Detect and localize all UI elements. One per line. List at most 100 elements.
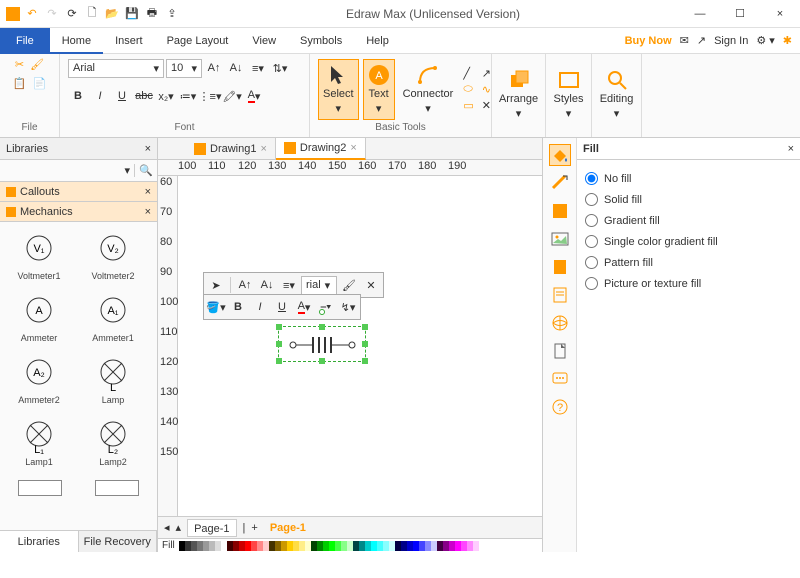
text-tool[interactable]: A Text▾ [363,59,395,120]
library-select[interactable]: ▾ [0,164,135,177]
fill-option[interactable]: No fill [585,168,792,189]
shrink-font-icon[interactable]: A↓ [226,58,246,78]
line-shape-icon[interactable]: ╱ [463,67,473,80]
buy-now-link[interactable]: Buy Now [625,35,672,47]
format-painter-icon[interactable]: 🖌 [30,58,44,71]
fill-icon[interactable]: 🪣▾ [206,297,226,317]
sign-in-link[interactable]: Sign In [714,35,748,47]
note-icon[interactable] [549,284,571,306]
resize-handle[interactable] [362,324,368,330]
close-icon[interactable]: × [145,186,151,198]
tab-home[interactable]: Home [50,28,103,54]
italic-icon[interactable]: I [90,86,110,106]
resize-handle[interactable] [276,358,282,364]
rect-shape-icon[interactable]: ▭ [463,99,473,112]
clear-icon[interactable]: ✕ [361,275,381,295]
bullets-icon[interactable]: ≔▾ [178,86,198,106]
comment-icon[interactable] [549,368,571,390]
attachment-icon[interactable] [549,340,571,362]
grow-font-icon[interactable]: A↑ [204,58,224,78]
close-icon[interactable]: × [788,143,794,155]
add-page-button[interactable]: + [251,522,257,534]
fill-icon[interactable] [549,144,571,166]
close-icon[interactable]: × [350,142,356,154]
font-name-select[interactable]: Arial▾ [68,59,164,78]
page-tab[interactable]: Page-1 [187,519,236,537]
bold-icon[interactable]: B [68,86,88,106]
minimize-button[interactable]: — [686,4,714,24]
fill-option[interactable]: Gradient fill [585,210,792,231]
color-swatch[interactable] [473,541,479,551]
shape-ammeter2[interactable]: A₂ Ammeter2 [2,350,76,412]
print-icon[interactable]: 🖶 [144,6,160,22]
doc-tab-1[interactable]: Drawing1 × [186,138,276,160]
close-icon[interactable]: × [145,143,151,155]
gear-icon[interactable]: ⚙ ▾ [756,34,774,47]
page-icon[interactable] [549,256,571,278]
undo-icon[interactable]: ↶ [24,6,40,22]
fill-option[interactable]: Solid fill [585,189,792,210]
connector-tool[interactable]: Connector▾ [399,60,458,119]
paste-icon[interactable]: 📄 [33,77,47,90]
file-menu[interactable]: File [0,28,50,54]
spacing-icon[interactable]: ⇅▾ [270,58,290,78]
shape-blank[interactable] [95,480,139,496]
underline-icon[interactable]: U [112,86,132,106]
resize-handle[interactable] [362,341,368,347]
bold-icon[interactable]: B [228,297,248,317]
rotate-handle[interactable] [319,309,325,315]
cross-shape-icon[interactable]: ✕ [482,99,491,112]
new-icon[interactable]: 🗋 [84,6,100,22]
shape-blank[interactable] [18,480,62,496]
cursor-icon[interactable]: ➤ [206,275,226,295]
tab-page-layout[interactable]: Page Layout [155,28,241,54]
copy-icon[interactable]: 📋 [13,77,27,90]
resize-handle[interactable] [319,358,325,364]
font-size-select[interactable]: 10▾ [166,59,202,78]
line-icon[interactable] [549,172,571,194]
library-section-callouts[interactable]: Callouts × [0,182,157,202]
tab-help[interactable]: Help [354,28,401,54]
library-section-mechanics[interactable]: Mechanics × [0,202,157,222]
refresh-icon[interactable]: ⟳ [64,6,80,22]
strike-icon[interactable]: abc [134,86,154,106]
arrow-shape-icon[interactable]: ↗ [482,67,491,80]
resize-handle[interactable] [276,324,282,330]
resize-handle[interactable] [319,324,325,330]
font-color-icon[interactable]: A▾ [244,86,264,106]
close-icon[interactable]: × [145,206,151,218]
selected-shape[interactable] [278,326,366,362]
flower-icon[interactable]: ✱ [783,34,792,47]
feedback-icon[interactable]: ✉ [680,34,689,47]
shape-ammeter[interactable]: A Ammeter [2,288,76,350]
numbering-icon[interactable]: ⋮≡▾ [200,86,220,106]
close-icon[interactable]: × [260,143,266,155]
canvas[interactable]: ➤ A↑ A↓ ≡▾ rial▾ 🖌 ✕ 🪣▾ B I U A▾ ⎯▾ ↯▾ [178,176,542,516]
align-icon[interactable]: ≡▾ [279,275,299,295]
select-tool[interactable]: Select▾ [318,59,359,120]
tab-view[interactable]: View [240,28,288,54]
cut-icon[interactable]: ✂ [15,58,24,71]
export-icon[interactable]: ⇪ [164,6,180,22]
tab-libraries[interactable]: Libraries [0,531,79,552]
ellipse-shape-icon[interactable]: ⬭ [463,83,473,96]
align-icon[interactable]: ≡▾ [248,58,268,78]
connector-icon[interactable]: ↯▾ [338,297,358,317]
shadow-icon[interactable] [549,200,571,222]
highlight-icon[interactable]: 🖍▾ [222,86,242,106]
shrink-font-icon[interactable]: A↓ [257,275,277,295]
doc-tab-2[interactable]: Drawing2 × [276,138,366,160]
shape-ammeter1[interactable]: A₁ Ammeter1 [76,288,150,350]
underline-icon[interactable]: U [272,297,292,317]
editing-button[interactable]: Editing▾ [596,65,638,124]
shape-lamp[interactable]: L Lamp [76,350,150,412]
shape-lamp2[interactable]: L₂ Lamp2 [76,412,150,474]
tab-file-recovery[interactable]: File Recovery [79,531,158,552]
share-icon[interactable]: ↗ [697,34,706,47]
page-up-icon[interactable]: ▴ [176,521,182,534]
fill-option[interactable]: Single color gradient fill [585,231,792,252]
floating-toolbar-2[interactable]: 🪣▾ B I U A▾ ⎯▾ ↯▾ [203,294,361,320]
curve-shape-icon[interactable]: ∿ [482,83,491,96]
shape-voltmeter1[interactable]: V₁ Voltmeter1 [2,226,76,288]
maximize-button[interactable]: ☐ [726,4,754,24]
